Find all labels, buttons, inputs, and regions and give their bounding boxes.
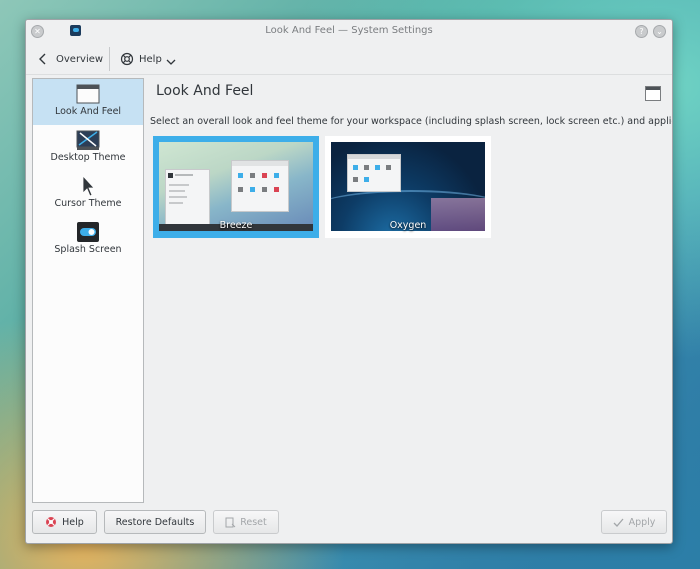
- sidebar: Look And Feel Desktop Theme Cursor Theme: [32, 78, 144, 503]
- theme-name-breeze: Breeze: [219, 220, 253, 231]
- theme-preview-oxygen: [331, 142, 485, 231]
- title-bar[interactable]: ✕ Look And Feel — System Settings ? ⌄: [26, 20, 672, 43]
- reset-icon: [225, 517, 236, 527]
- checkmark-icon: [613, 518, 624, 527]
- sidebar-item-cursor-theme[interactable]: Cursor Theme: [33, 171, 143, 217]
- splash-toggle-icon: [77, 222, 99, 242]
- desktop-theme-icon: [76, 130, 100, 150]
- dialog-button-bar: Help Restore Defaults Reset Apply: [26, 508, 672, 543]
- restore-defaults-button[interactable]: Restore Defaults: [104, 510, 206, 534]
- toolbar-separator: [109, 47, 110, 71]
- sidebar-item-label: Splash Screen: [54, 244, 122, 255]
- preview-settings-window: [347, 154, 401, 192]
- theme-preview-breeze: [159, 142, 313, 231]
- sidebar-item-desktop-theme[interactable]: Desktop Theme: [33, 125, 143, 171]
- preview-settings-window: [231, 160, 289, 212]
- restore-defaults-label: Restore Defaults: [115, 516, 195, 528]
- chevron-left-icon: [39, 53, 46, 65]
- sidebar-item-label: Desktop Theme: [50, 152, 126, 163]
- theme-name-oxygen: Oxygen: [389, 220, 427, 231]
- help-button-label: Help: [62, 516, 84, 528]
- theme-card-breeze[interactable]: Breeze: [153, 136, 319, 238]
- sidebar-item-label: Cursor Theme: [54, 198, 122, 209]
- reset-button-label: Reset: [240, 516, 267, 528]
- page-title: Look And Feel: [156, 83, 254, 99]
- chevron-down-icon: [166, 59, 176, 65]
- help-lifebuoy-icon: [120, 52, 134, 66]
- apply-button-label: Apply: [628, 516, 656, 528]
- reset-button[interactable]: Reset: [213, 510, 279, 534]
- window-title: Look And Feel — System Settings: [265, 25, 433, 36]
- help-menu-label: Help: [139, 53, 162, 65]
- cursor-icon: [82, 175, 95, 197]
- sidebar-item-splash-screen[interactable]: Splash Screen: [33, 217, 143, 263]
- help-window-icon[interactable]: ?: [635, 25, 648, 38]
- system-settings-window: ✕ Look And Feel — System Settings ? ⌄ Ov…: [25, 19, 673, 544]
- sidebar-item-label: Look And Feel: [54, 106, 122, 117]
- overview-button[interactable]: Overview: [38, 49, 103, 69]
- apply-button[interactable]: Apply: [601, 510, 667, 534]
- help-button[interactable]: Help: [32, 510, 97, 534]
- window-preview-icon[interactable]: [645, 86, 661, 101]
- help-lifebuoy-icon: [46, 517, 57, 527]
- help-menu-button[interactable]: Help: [120, 49, 176, 69]
- toolbar: Overview Help: [26, 43, 672, 75]
- window-icon: [76, 84, 100, 104]
- overview-label: Overview: [56, 53, 104, 65]
- sidebar-item-look-and-feel[interactable]: Look And Feel: [33, 79, 143, 125]
- theme-card-oxygen[interactable]: Oxygen: [325, 136, 491, 238]
- preview-launcher: [165, 169, 210, 227]
- page-description: Select an overall look and feel theme fo…: [150, 116, 673, 127]
- minimize-window-icon[interactable]: ⌄: [653, 25, 666, 38]
